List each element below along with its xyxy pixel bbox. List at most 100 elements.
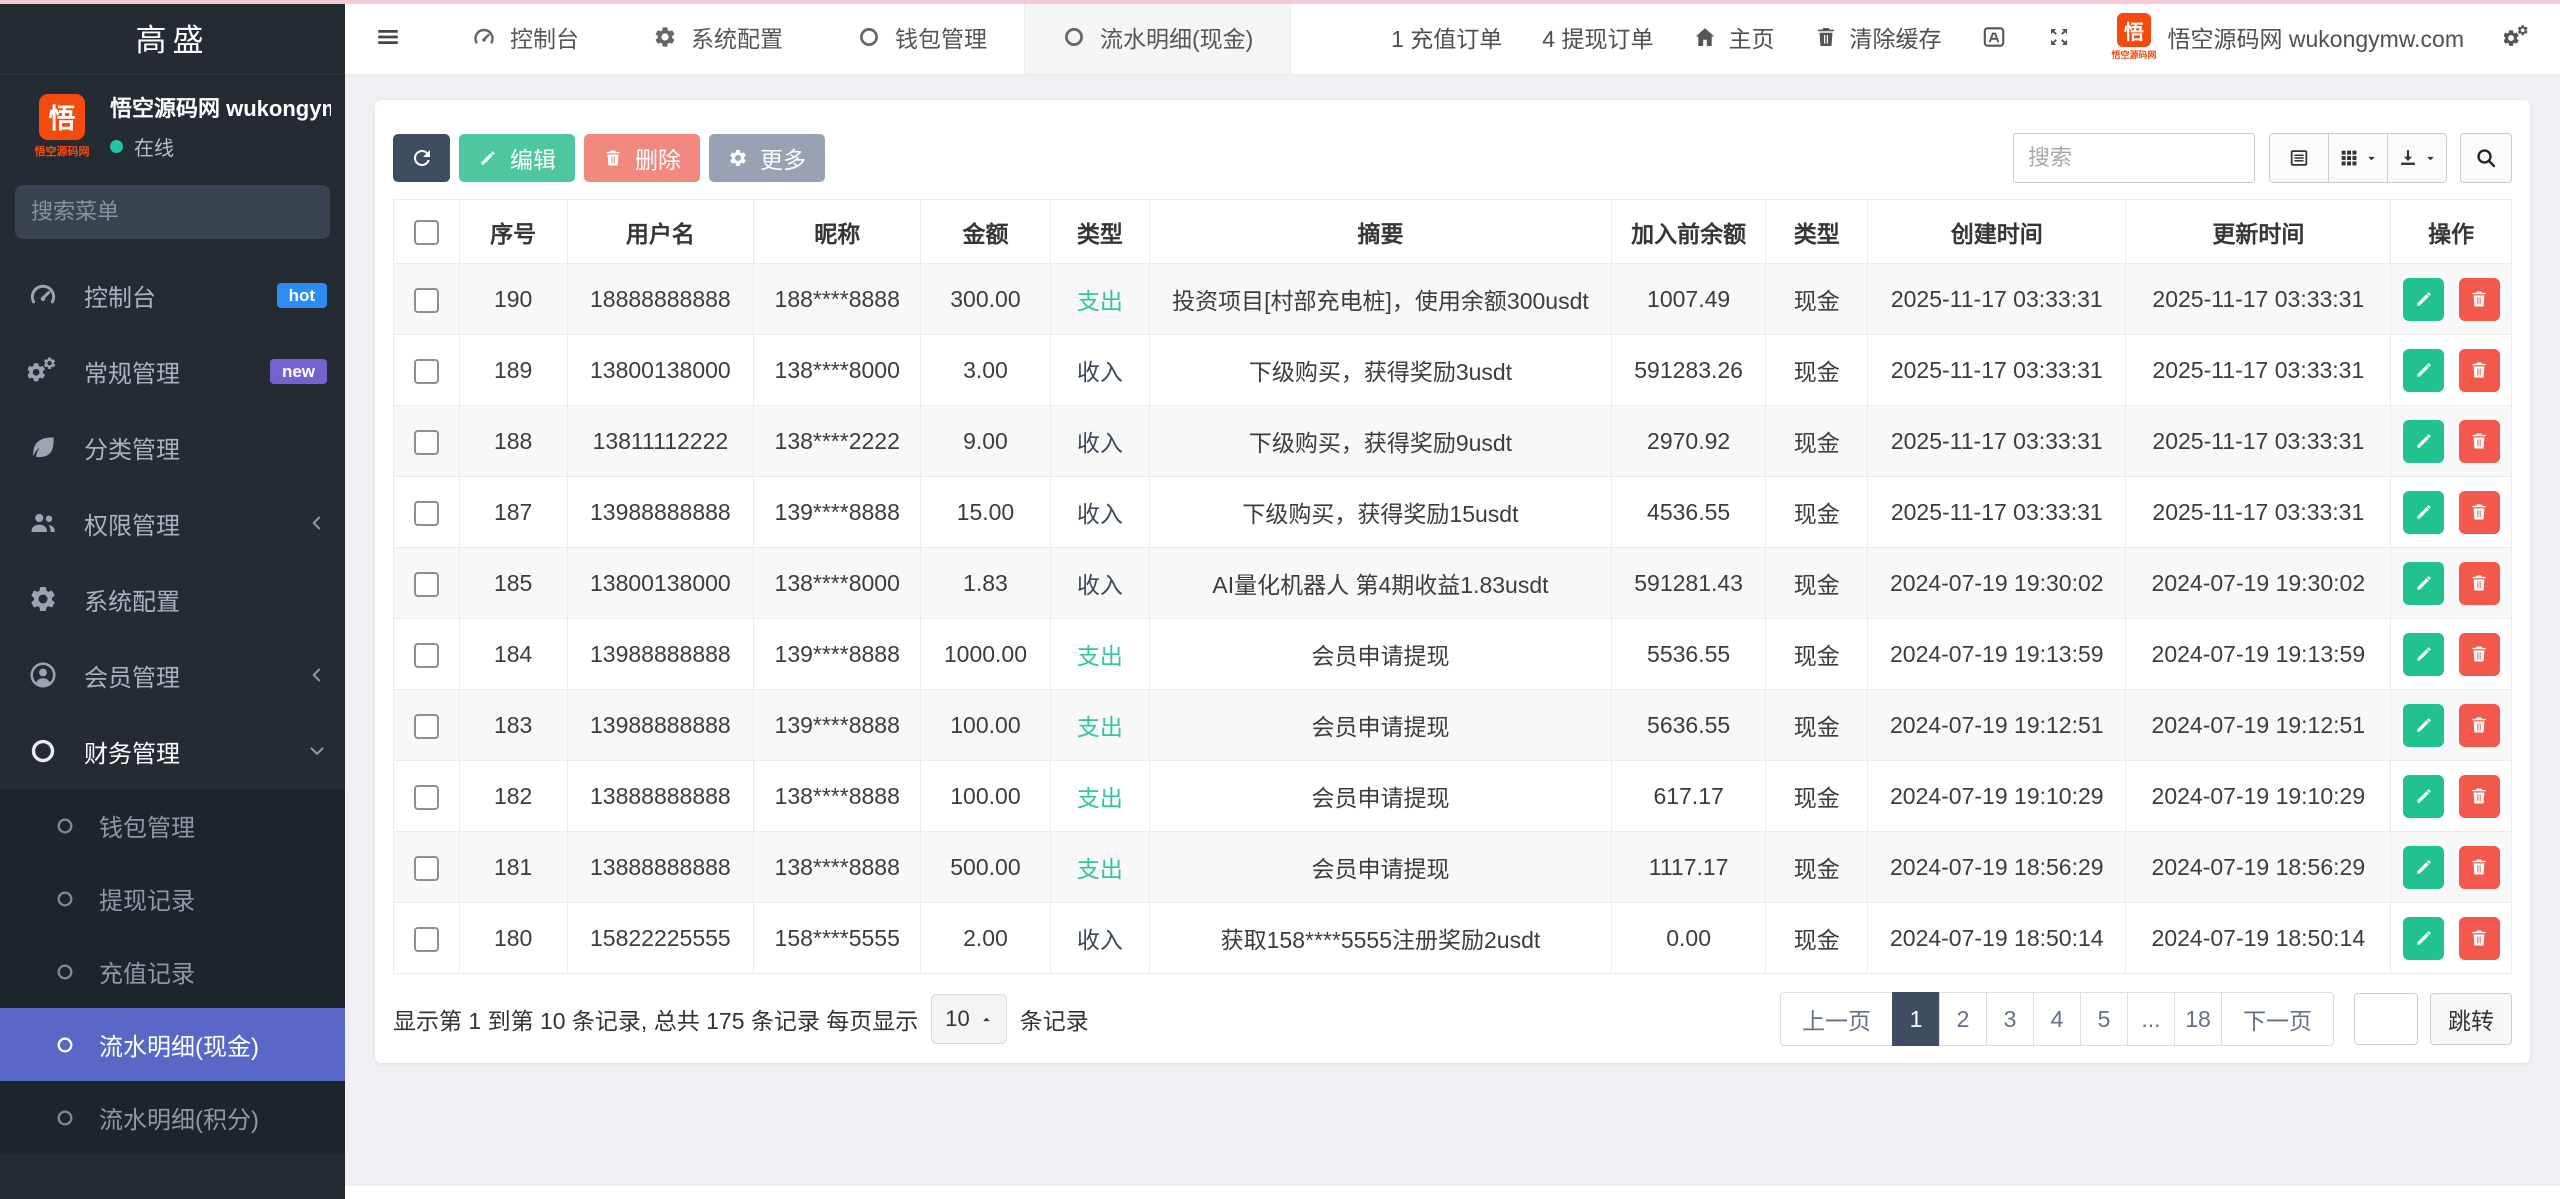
cell-nickname: 138****8000 xyxy=(754,335,921,406)
row-checkbox[interactable] xyxy=(414,785,439,810)
edit-button[interactable]: 编辑 xyxy=(459,134,575,182)
finance-submenu: 钱包管理 提现记录 充值记录 流水明细(现金) 流水明细(积分) xyxy=(0,789,345,1154)
row-edit-button[interactable] xyxy=(2403,491,2444,534)
search-submit-button[interactable] xyxy=(2460,133,2512,183)
sidebar-item-member[interactable]: 会员管理 xyxy=(0,637,345,713)
page-button-3[interactable]: 3 xyxy=(1986,992,2034,1046)
menu-search-input[interactable] xyxy=(31,199,319,225)
table-row[interactable]: 189 13800138000 138****8000 3.00 收入 下级购买… xyxy=(394,335,2512,406)
prev-page-button[interactable]: 上一页 xyxy=(1780,992,1893,1046)
sidebar-item-category[interactable]: 分类管理 xyxy=(0,409,345,485)
table-row[interactable]: 184 13988888888 139****8888 1000.00 支出 会… xyxy=(394,619,2512,690)
page-ellipsis: ... xyxy=(2127,992,2175,1046)
table-row[interactable]: 187 13988888888 139****8888 15.00 收入 下级购… xyxy=(394,477,2512,548)
table-row[interactable]: 183 13988888888 139****8888 100.00 支出 会员… xyxy=(394,690,2512,761)
language-button[interactable] xyxy=(1981,24,2007,50)
select-all-checkbox[interactable] xyxy=(414,220,439,245)
row-edit-button[interactable] xyxy=(2403,917,2444,960)
row-delete-button[interactable] xyxy=(2459,775,2500,818)
profile-menu[interactable]: 悟 悟空源码网 悟空源码网 wukongymw.com xyxy=(2111,13,2464,61)
page-button-4[interactable]: 4 xyxy=(2033,992,2081,1046)
table-row[interactable]: 188 13811112222 138****2222 9.00 收入 下级购买… xyxy=(394,406,2512,477)
row-checkbox[interactable] xyxy=(414,359,439,384)
jump-button[interactable]: 跳转 xyxy=(2430,993,2512,1045)
fullscreen-button[interactable] xyxy=(2047,25,2071,49)
recharge-orders-link[interactable]: 1 充值订单 xyxy=(1391,20,1502,54)
cell-nickname: 139****8888 xyxy=(754,477,921,548)
sidebar-item-system-config[interactable]: 系统配置 xyxy=(0,561,345,637)
columns-button[interactable] xyxy=(2328,133,2388,183)
row-checkbox[interactable] xyxy=(414,501,439,526)
settings-button[interactable] xyxy=(2504,24,2530,50)
row-delete-button[interactable] xyxy=(2459,917,2500,960)
row-edit-button[interactable] xyxy=(2403,420,2444,463)
home-link[interactable]: 主页 xyxy=(1693,20,1774,54)
gear-icon xyxy=(28,584,58,614)
row-checkbox[interactable] xyxy=(414,643,439,668)
pagination: 上一页12345...18下一页 xyxy=(1780,992,2334,1046)
sidebar-item-permission[interactable]: 权限管理 xyxy=(0,485,345,561)
row-edit-button[interactable] xyxy=(2403,633,2444,676)
sidebar-subitem-cash-flow[interactable]: 流水明细(现金) xyxy=(0,1008,345,1081)
row-delete-button[interactable] xyxy=(2459,633,2500,676)
more-button[interactable]: 更多 xyxy=(709,134,825,182)
row-edit-button[interactable] xyxy=(2403,846,2444,889)
row-checkbox[interactable] xyxy=(414,288,439,313)
row-checkbox[interactable] xyxy=(414,430,439,455)
row-edit-button[interactable] xyxy=(2403,562,2444,605)
row-edit-button[interactable] xyxy=(2403,278,2444,321)
jump-page-input[interactable] xyxy=(2354,993,2418,1045)
page-button-1[interactable]: 1 xyxy=(1892,992,1940,1046)
cell-seq: 183 xyxy=(459,690,567,761)
page-size-dropdown[interactable]: 10 xyxy=(931,994,1006,1044)
row-edit-button[interactable] xyxy=(2403,775,2444,818)
page-button-18[interactable]: 18 xyxy=(2174,992,2222,1046)
row-checkbox[interactable] xyxy=(414,572,439,597)
withdraw-orders-link[interactable]: 4 提现订单 xyxy=(1542,20,1653,54)
table-row[interactable]: 182 13888888888 138****8888 100.00 支出 会员… xyxy=(394,761,2512,832)
sidebar-item-finance[interactable]: 财务管理 xyxy=(0,713,345,789)
row-delete-button[interactable] xyxy=(2459,704,2500,747)
row-delete-button[interactable] xyxy=(2459,846,2500,889)
trash-icon xyxy=(2469,786,2489,806)
export-button[interactable] xyxy=(2387,133,2447,183)
sidebar-item-general[interactable]: 常规管理 new xyxy=(0,333,345,409)
sidebar-item-dashboard[interactable]: 控制台 hot xyxy=(0,257,345,333)
table-row[interactable]: 180 15822225555 158****5555 2.00 收入 获取15… xyxy=(394,903,2512,974)
page-button-2[interactable]: 2 xyxy=(1939,992,1987,1046)
next-page-button[interactable]: 下一页 xyxy=(2221,992,2334,1046)
table-row[interactable]: 185 13800138000 138****8000 1.83 收入 AI量化… xyxy=(394,548,2512,619)
row-delete-button[interactable] xyxy=(2459,278,2500,321)
tab-wallet[interactable]: 钱包管理 xyxy=(820,0,1024,74)
clear-cache-button[interactable]: 清除缓存 xyxy=(1814,20,1941,54)
sidebar-subitem-points-flow[interactable]: 流水明细(积分) xyxy=(0,1081,345,1154)
row-delete-button[interactable] xyxy=(2459,349,2500,392)
tab-dashboard[interactable]: 控制台 xyxy=(435,0,616,74)
row-checkbox[interactable] xyxy=(414,714,439,739)
page-button-5[interactable]: 5 xyxy=(2080,992,2128,1046)
cell-summary: 下级购买，获得奖励15usdt xyxy=(1150,477,1612,548)
row-checkbox[interactable] xyxy=(414,927,439,952)
cell-username: 18888888888 xyxy=(567,264,753,335)
sidebar-subitem-recharge-records[interactable]: 充值记录 xyxy=(0,935,345,1008)
tab-system-config[interactable]: 系统配置 xyxy=(616,0,820,74)
row-delete-button[interactable] xyxy=(2459,420,2500,463)
table-row[interactable]: 190 18888888888 188****8888 300.00 支出 投资… xyxy=(394,264,2512,335)
row-edit-button[interactable] xyxy=(2403,349,2444,392)
delete-button[interactable]: 删除 xyxy=(584,134,700,182)
cell-seq: 182 xyxy=(459,761,567,832)
sidebar-subitem-withdraw-records[interactable]: 提现记录 xyxy=(0,862,345,935)
table-search-input[interactable] xyxy=(2013,133,2255,183)
row-checkbox[interactable] xyxy=(414,856,439,881)
table-row[interactable]: 181 13888888888 138****8888 500.00 支出 会员… xyxy=(394,832,2512,903)
detail-view-button[interactable] xyxy=(2269,133,2329,183)
hot-badge: hot xyxy=(277,283,327,308)
cell-nickname: 188****8888 xyxy=(754,264,921,335)
sidebar-subitem-wallet[interactable]: 钱包管理 xyxy=(0,789,345,862)
refresh-button[interactable] xyxy=(393,134,450,182)
tab-cash-flow[interactable]: 流水明细(现金) xyxy=(1024,0,1291,74)
row-delete-button[interactable] xyxy=(2459,562,2500,605)
row-edit-button[interactable] xyxy=(2403,704,2444,747)
row-delete-button[interactable] xyxy=(2459,491,2500,534)
sidebar-toggle-button[interactable] xyxy=(375,0,401,74)
